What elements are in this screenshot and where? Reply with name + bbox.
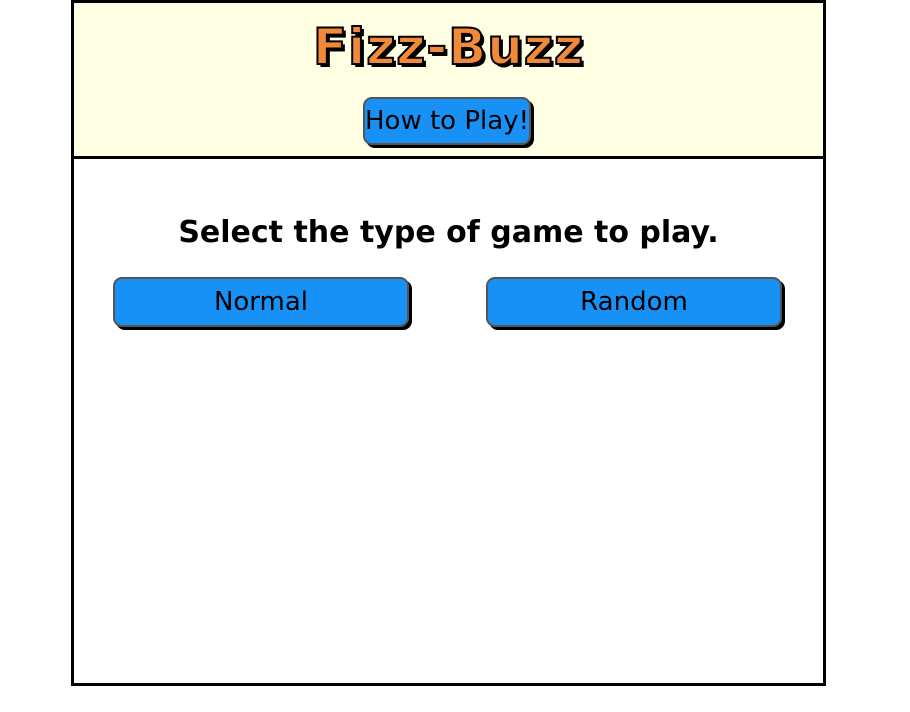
header: Fizz-Buzz How to Play! [74, 3, 823, 159]
how-to-play-button[interactable]: How to Play! [363, 97, 531, 145]
game-frame: Fizz-Buzz How to Play! Select the type o… [71, 0, 826, 686]
normal-mode-button[interactable]: Normal [113, 277, 409, 327]
game-type-prompt: Select the type of game to play. [178, 215, 719, 250]
game-title: Fizz-Buzz [312, 17, 585, 77]
random-mode-button[interactable]: Random [486, 277, 782, 327]
